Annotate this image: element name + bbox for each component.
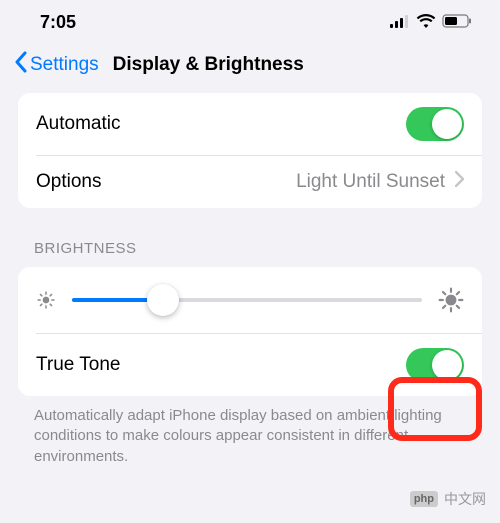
back-label: Settings [30,54,99,76]
sun-small-icon [36,290,56,310]
automatic-row: Automatic [18,93,482,155]
brightness-header: BRIGHTNESS [0,208,500,267]
brightness-slider[interactable] [72,285,422,315]
options-row[interactable]: Options Light Until Sunset [18,156,482,208]
highlight-annotation [388,377,482,441]
battery-icon [442,12,472,33]
nav-bar: Settings Display & Brightness [0,41,500,93]
page-title: Display & Brightness [113,54,304,76]
chevron-right-icon [455,171,464,193]
wifi-icon [416,12,436,33]
brightness-slider-row [18,267,482,333]
back-button[interactable]: Settings [14,51,99,79]
status-bar: 7:05 [0,0,500,41]
truetone-label: True Tone [36,354,121,376]
watermark: php 中文网 [410,489,486,509]
appearance-group: Automatic Options Light Until Sunset [18,93,482,208]
chevron-left-icon [14,51,28,79]
automatic-label: Automatic [36,113,120,135]
cellular-icon [390,12,410,33]
options-label: Options [36,171,101,193]
sun-large-icon [438,287,464,313]
status-time: 7:05 [40,12,76,33]
automatic-toggle[interactable] [406,107,464,141]
options-value: Light Until Sunset [296,171,445,193]
watermark-logo: php [410,491,438,507]
status-indicators [390,12,472,33]
watermark-text: 中文网 [444,489,486,509]
options-value-wrap: Light Until Sunset [296,171,464,193]
